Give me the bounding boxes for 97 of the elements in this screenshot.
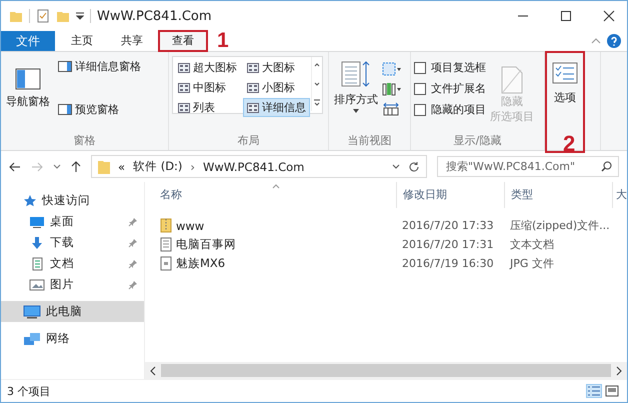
ribbon-tab[interactable]: 查看 <box>159 31 207 51</box>
file-name[interactable]: www <box>176 218 204 232</box>
folder-icon <box>98 160 110 174</box>
grid-view-icon <box>178 62 190 72</box>
table-cell-text: 2016/7/20 17:31 <box>401 238 495 251</box>
maximize-icon[interactable] <box>560 10 572 22</box>
grid-view-icon <box>178 82 190 92</box>
pane-layout-icon <box>15 66 41 92</box>
image-icon <box>29 278 45 292</box>
layout-option[interactable]: 中图标 <box>174 78 241 97</box>
checkbox[interactable] <box>414 104 426 116</box>
up-arrow-icon[interactable] <box>71 160 81 172</box>
nav-item[interactable]: 桌面 <box>1 211 144 232</box>
table-cell-text: JPG 文件 <box>508 256 555 271</box>
image-file-icon <box>160 256 172 271</box>
nav-item[interactable]: 网络 <box>1 328 144 349</box>
item-count: 3 个项目 <box>7 384 50 398</box>
callout-number: 1 <box>217 32 229 50</box>
close-icon[interactable] <box>603 10 615 22</box>
grid-view-icon <box>247 62 259 72</box>
group-label: 当前视图 <box>346 134 392 149</box>
layout-option[interactable]: 列表 <box>174 98 241 117</box>
history-caret-icon[interactable] <box>392 164 400 170</box>
pin-icon[interactable] <box>128 238 138 248</box>
nav-item[interactable]: 文档 <box>1 253 144 274</box>
layout-option[interactable]: 详细信息 <box>243 98 310 117</box>
table-cell-text: 2016/7/19 16:30 <box>401 257 495 270</box>
text-file-icon <box>160 237 172 252</box>
column-header[interactable]: 大 <box>612 182 627 208</box>
scrollbar-thumb[interactable] <box>161 364 611 377</box>
window-title: WwW.PC841.Com <box>97 8 212 24</box>
file-name[interactable]: 魅族MX6 <box>176 256 226 271</box>
file-tab[interactable]: 文件 <box>1 31 55 51</box>
back-arrow-icon[interactable] <box>9 162 21 172</box>
desktop-icon <box>29 214 45 228</box>
scroll-right-icon[interactable] <box>615 366 623 376</box>
checkbox[interactable] <box>414 62 426 74</box>
column-header[interactable]: 名称 <box>160 182 396 208</box>
table-cell-text: 压缩(zipped)文件... <box>509 218 611 233</box>
details-view-icon[interactable] <box>587 385 601 397</box>
recent-caret-icon[interactable] <box>53 164 61 170</box>
grid-view-icon <box>178 102 190 112</box>
page-icon <box>501 66 523 94</box>
checkbox-label: 项目复选框 <box>431 60 486 75</box>
checkbox-label: 隐藏的项目 <box>431 102 486 117</box>
help-icon[interactable] <box>607 34 621 48</box>
address-bar[interactable]: « 软件 (D:) › WwW.PC841.Com <box>91 155 427 178</box>
group-label: 窗格 <box>72 134 96 149</box>
star-icon <box>23 194 37 208</box>
network-icon <box>23 332 41 346</box>
pin-icon[interactable] <box>128 258 138 268</box>
grid-view-icon <box>247 102 259 112</box>
table-cell-text: 文本文档 <box>509 237 555 252</box>
nav-item[interactable]: 快速访问 <box>1 190 144 211</box>
pin-icon[interactable] <box>128 280 138 290</box>
nav-item[interactable]: 下载 <box>1 232 144 253</box>
group-by-icon[interactable] <box>382 62 402 76</box>
down-arrow-icon <box>29 236 45 250</box>
layout-option[interactable]: 超大图标 <box>174 58 241 77</box>
grid-view-icon <box>247 82 259 92</box>
sort-caret-icon <box>272 184 280 189</box>
properties-icon[interactable] <box>36 9 50 23</box>
column-header[interactable]: 修改日期 <box>396 182 504 208</box>
ribbon-tab[interactable]: 主页 <box>59 31 105 51</box>
pane-icon <box>58 104 72 115</box>
details-pane-button[interactable]: 详细信息窗格 <box>58 59 141 74</box>
group-label: 显示/隐藏 <box>452 134 502 149</box>
layout-option[interactable]: 大图标 <box>243 58 310 77</box>
search-field[interactable]: 搜索"WwW.PC841.Com" <box>437 156 619 177</box>
zip-folder-icon <box>160 218 172 233</box>
gallery-scroll-icon[interactable] <box>311 57 322 111</box>
nav-item[interactable]: 图片 <box>1 274 144 295</box>
pin-icon[interactable] <box>128 216 138 226</box>
column-header[interactable]: 类型 <box>504 182 612 208</box>
checklist-icon <box>552 62 578 84</box>
scroll-left-icon[interactable] <box>149 366 157 376</box>
checkbox-label: 文件扩展名 <box>431 81 486 96</box>
navigation-pane-button[interactable]: 导航窗格 <box>4 56 52 134</box>
pane-icon <box>58 61 72 72</box>
collapse-caret-icon[interactable] <box>591 37 601 45</box>
caret-icon <box>353 109 359 113</box>
checkbox[interactable] <box>414 82 426 94</box>
callout-number: 2 <box>563 135 576 153</box>
add-columns-icon[interactable] <box>382 82 402 96</box>
large-icons-view-icon[interactable] <box>605 385 619 397</box>
sort-by-button[interactable]: 排序方式 <box>332 56 380 117</box>
refresh-icon[interactable] <box>408 160 420 172</box>
group-label: 布局 <box>236 134 260 149</box>
nav-item[interactable]: 此电脑 <box>1 301 144 322</box>
file-name[interactable]: 电脑百事网 <box>176 237 236 252</box>
dropdown-icon[interactable] <box>76 12 84 20</box>
table-cell-text: 2016/7/20 17:33 <box>401 219 495 232</box>
preview-pane-button[interactable]: 预览窗格 <box>58 102 141 117</box>
layout-option[interactable]: 小图标 <box>243 78 310 97</box>
monitor-icon <box>23 304 41 318</box>
search-icon[interactable] <box>601 161 612 172</box>
ribbon-tab[interactable]: 共享 <box>109 31 155 51</box>
